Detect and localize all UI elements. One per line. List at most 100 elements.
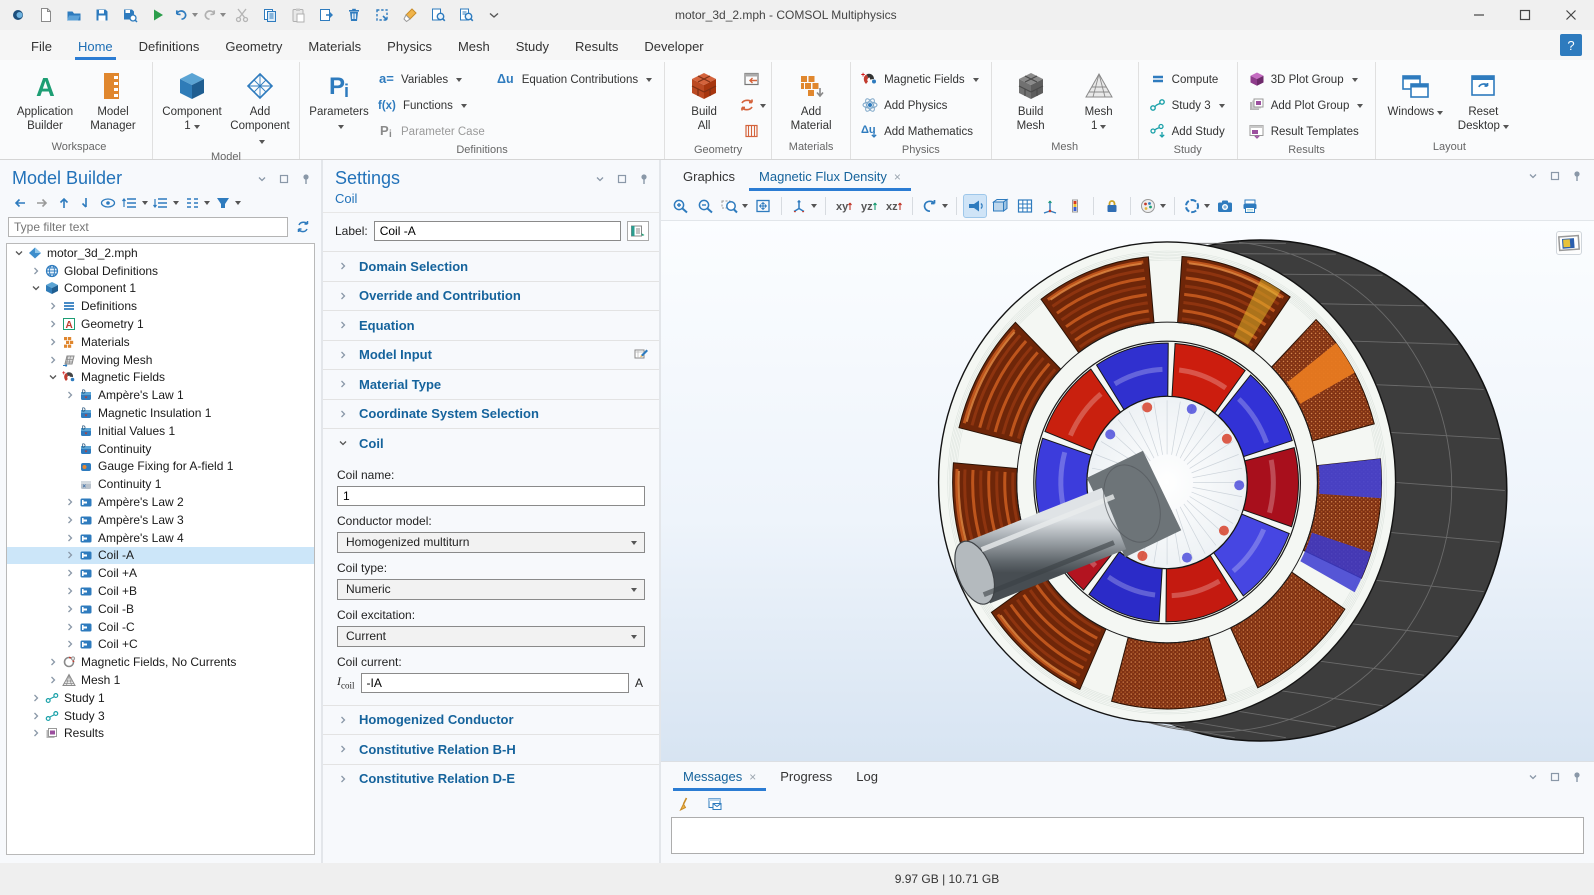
arrow-right-icon[interactable]	[32, 193, 52, 213]
collapse-icon[interactable]	[593, 172, 607, 186]
tree-item-coil--b[interactable]: Coil -B	[7, 600, 314, 618]
app-logo-icon[interactable]	[6, 4, 30, 26]
graphics-canvas[interactable]	[661, 220, 1594, 761]
magnetic-fields-button[interactable]: +Magnetic Fields	[857, 68, 985, 92]
legend-button[interactable]	[1063, 194, 1087, 218]
parameters-button[interactable]: PiParameters	[306, 66, 372, 137]
pin-icon[interactable]	[1570, 770, 1584, 784]
float-icon[interactable]	[1548, 169, 1562, 183]
tree-item-coil-+b[interactable]: Coil +B	[7, 582, 314, 600]
application-builder-button[interactable]: AApplication Builder	[12, 66, 78, 137]
collapse-icon[interactable]	[1526, 770, 1540, 784]
expander-icon[interactable]	[62, 567, 78, 579]
camera-button[interactable]	[1213, 194, 1237, 218]
redo-icon[interactable]	[202, 4, 226, 26]
import-geom-button[interactable]	[739, 68, 765, 92]
expander-icon[interactable]	[62, 603, 78, 615]
study-3-button[interactable]: Study 3	[1145, 94, 1231, 118]
select-box-icon[interactable]	[370, 4, 394, 26]
menu-tab-geometry[interactable]: Geometry	[212, 34, 295, 60]
tree-item-magnetic-fields-no-currents[interactable]: Magnetic Fields, No Currents	[7, 653, 314, 671]
paste-icon[interactable]	[286, 4, 310, 26]
menu-tab-study[interactable]: Study	[503, 34, 562, 60]
search-doc-icon[interactable]	[426, 4, 450, 26]
columns-icon[interactable]	[182, 193, 211, 213]
plot-legend-toggle-button[interactable]	[1556, 231, 1582, 255]
tree-item-initial-values-1[interactable]: DInitial Values 1	[7, 422, 314, 440]
undo-icon[interactable]	[174, 4, 198, 26]
printer-button[interactable]	[1238, 194, 1262, 218]
expander-icon[interactable]	[45, 318, 61, 330]
functions-button[interactable]: f(x)Functions	[374, 94, 491, 118]
maximize-button[interactable]	[1502, 0, 1548, 30]
messages-tab-messages[interactable]: Messages×	[671, 763, 768, 791]
show-eye-icon[interactable]	[98, 193, 118, 213]
tree-item-amp-re-s-law-3[interactable]: Ampère's Law 3	[7, 511, 314, 529]
zoom-in-button[interactable]	[669, 194, 693, 218]
expander-icon[interactable]	[45, 354, 61, 366]
view-xz-button[interactable]: xz	[882, 194, 906, 218]
add-plot-group-button[interactable]: Add Plot Group	[1244, 94, 1370, 118]
pin-icon[interactable]	[1570, 169, 1584, 183]
close-button[interactable]	[1548, 0, 1594, 30]
variables-button[interactable]: a=Variables	[374, 68, 491, 92]
view-yz-button[interactable]: yz	[857, 194, 881, 218]
add-material-button[interactable]: Add Material	[778, 66, 844, 137]
pin-icon[interactable]	[637, 172, 651, 186]
cut-icon[interactable]	[230, 4, 254, 26]
refresh-filter-icon[interactable]	[293, 217, 313, 237]
tree-item-magnetic-fields[interactable]: +Magnetic Fields	[7, 369, 314, 387]
coil-current-input[interactable]	[361, 673, 629, 693]
new-file-icon[interactable]	[34, 4, 58, 26]
tree-item-amp-re-s-law-2[interactable]: Ampère's Law 2	[7, 493, 314, 511]
expander-icon[interactable]	[28, 710, 44, 722]
expander-icon[interactable]	[28, 282, 44, 294]
graphics-tab-magnetic-flux-density[interactable]: Magnetic Flux Density×	[747, 163, 913, 191]
reset-desktop-button[interactable]: Reset Desktop	[1450, 66, 1516, 137]
close-tab-icon[interactable]: ×	[749, 770, 756, 784]
menu-tab-home[interactable]: Home	[65, 34, 126, 60]
list-up-icon[interactable]	[120, 193, 149, 213]
coil-excitation-select[interactable]: Current	[337, 626, 645, 647]
tree-item-coil-+c[interactable]: Coil +C	[7, 636, 314, 654]
expander-icon[interactable]	[62, 549, 78, 561]
zoom-box-button[interactable]	[719, 194, 750, 218]
help-button[interactable]: ?	[1560, 34, 1582, 56]
tree-item-materials[interactable]: Materials	[7, 333, 314, 351]
goto-view-button[interactable]	[788, 194, 819, 218]
rebuild-button[interactable]	[739, 94, 765, 118]
tree-item-amp-re-s-law-1[interactable]: DAmpère's Law 1	[7, 386, 314, 404]
float-icon[interactable]	[277, 172, 291, 186]
tree-item-coil-+a[interactable]: Coil +A	[7, 564, 314, 582]
tree-item-study-1[interactable]: Study 1	[7, 689, 314, 707]
tree-item-continuity[interactable]: DContinuity	[7, 440, 314, 458]
collapse-icon[interactable]	[255, 172, 269, 186]
search-gear-icon[interactable]	[454, 4, 478, 26]
tree-item-mesh-1[interactable]: Mesh 1	[7, 671, 314, 689]
menu-tab-materials[interactable]: Materials	[295, 34, 374, 60]
list-down-icon[interactable]	[151, 193, 180, 213]
expander-icon[interactable]	[62, 585, 78, 597]
zoom-extents-button[interactable]	[751, 194, 775, 218]
menu-tab-mesh[interactable]: Mesh	[445, 34, 503, 60]
delete-icon[interactable]	[342, 4, 366, 26]
grid-button[interactable]	[1013, 194, 1037, 218]
tree-item-definitions[interactable]: Definitions	[7, 297, 314, 315]
save-search-icon[interactable]	[118, 4, 142, 26]
duplicate-icon[interactable]	[314, 4, 338, 26]
section-header[interactable]: Model Input	[323, 341, 659, 370]
section-header[interactable]: Equation	[323, 311, 659, 340]
float-icon[interactable]	[1548, 770, 1562, 784]
menu-tab-definitions[interactable]: Definitions	[126, 34, 213, 60]
zoom-out-button[interactable]	[694, 194, 718, 218]
tree-item-results[interactable]: Results	[7, 725, 314, 743]
expander-icon[interactable]	[62, 514, 78, 526]
coil-type-select[interactable]: Numeric	[337, 579, 645, 600]
add-mathematics-button[interactable]: ΔuAdd Mathematics	[857, 120, 985, 144]
section-header[interactable]: Coordinate System Selection	[323, 400, 659, 429]
run-icon[interactable]	[146, 4, 170, 26]
tree-item-amp-re-s-law-4[interactable]: Ampère's Law 4	[7, 529, 314, 547]
arrow-down-icon[interactable]	[76, 193, 96, 213]
transparency-button[interactable]	[988, 194, 1012, 218]
tree-item-study-3[interactable]: Study 3	[7, 707, 314, 725]
